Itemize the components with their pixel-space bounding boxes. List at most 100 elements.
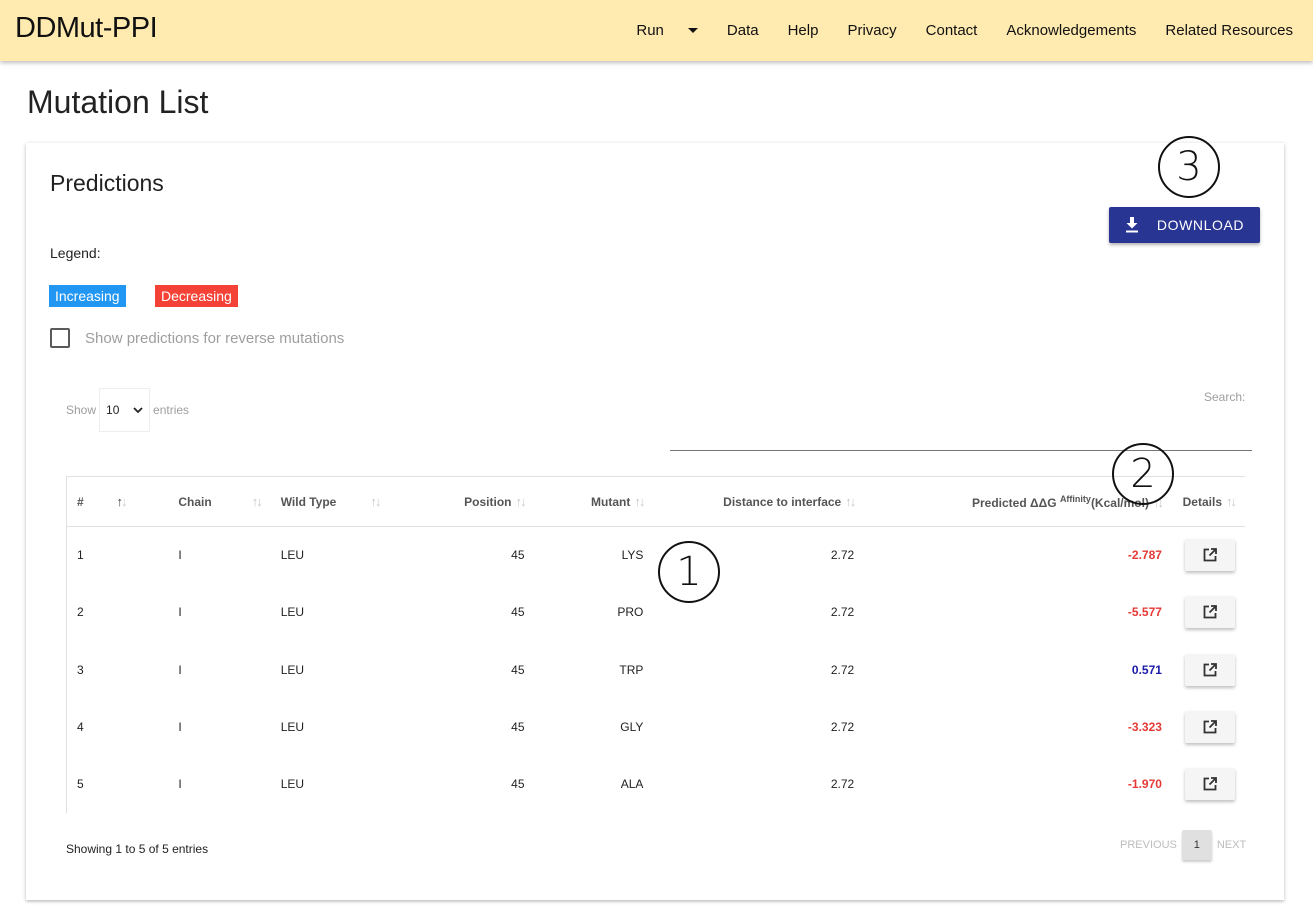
cell-mutant: PRO [617,605,644,620]
cell-details [1172,698,1245,755]
nav-item-data[interactable]: Data [727,22,759,39]
sort-icon: ↑↓ [370,494,381,509]
annotation-marker-2: 2 [1112,443,1174,505]
open-in-new-icon [1203,720,1217,734]
sort-icon: ↑↓ [251,494,263,509]
nav-item-acknowledgements[interactable]: Acknowledgements [1006,22,1136,39]
nav-item-privacy[interactable]: Privacy [847,22,896,39]
page-1-button[interactable]: 1 [1181,830,1212,860]
table-row: 3 I LEU 45 TRP 2.72 0.571 [67,641,1246,698]
cell-details [1172,756,1245,813]
entries-label: entries [153,403,190,417]
sort-icon: ↑↓ [1226,494,1237,509]
cell-spacer [112,641,168,698]
reverse-mutations-toggle[interactable]: Show predictions for reverse mutations [50,328,344,348]
annotation-marker-1: 1 [658,541,720,603]
nav-item-run[interactable]: Run [636,22,698,39]
legend-label: Legend: [50,245,101,261]
download-button[interactable]: DOWNLOAD [1109,207,1260,243]
cell-chain: I [178,605,182,620]
cell-ddg: -2.787 [1127,548,1162,563]
cell-num: 3 [77,662,84,677]
nav-item-related-resources[interactable]: Related Resources [1165,22,1293,39]
cell-distance: 2.72 [830,662,855,677]
cell-ddg: -3.323 [1127,720,1162,735]
col-sort-num[interactable]: ↑↓ [112,477,168,527]
sort-asc-active-icon: ↑↓ [116,494,127,509]
cell-distance: 2.72 [830,777,855,792]
details-button[interactable] [1185,653,1235,686]
cell-mutant: LYS [621,548,644,563]
cell-mutant: GLY [620,720,644,735]
chevron-down-icon [133,406,143,413]
cell-details [1172,584,1245,641]
download-label: DOWNLOAD [1156,217,1245,233]
brand-logo[interactable]: DDMut-PPI [15,12,158,45]
cell-mutant: TRP [619,662,644,677]
cell-spacer [112,527,168,584]
cell-chain: I [178,548,182,563]
open-in-new-icon [1203,548,1217,562]
cell-num: 2 [77,605,84,620]
cell-ddg: -5.577 [1127,605,1162,620]
caret-down-icon [687,28,698,33]
cell-position: 45 [511,777,525,792]
mutation-table: # ↑↓ Chain ↑↓ Wild Type ↑↓ Position ↑↓ Muta… [66,476,1245,813]
cell-ddg: 0.571 [1131,662,1162,677]
page-title: Mutation List [27,84,209,120]
cell-wild-type: LEU [280,720,305,735]
details-button[interactable] [1185,768,1235,801]
cell-chain: I [178,662,182,677]
pagination: PREVIOUS 1 NEXT [1120,830,1246,860]
cell-chain: I [178,720,182,735]
details-button[interactable] [1185,539,1235,572]
cell-num: 4 [77,720,84,735]
legend-decreasing-badge: Decreasing [155,285,238,307]
details-button[interactable] [1185,596,1235,629]
nav-menu: Run Data Help Privacy Contact Acknowledg… [607,0,1293,61]
cell-mutant: ALA [620,777,644,792]
cell-details [1172,527,1245,584]
search-input[interactable] [670,429,1252,451]
col-header-distance[interactable]: Distance to interface ↑↓ [653,477,864,527]
col-header-position[interactable]: Position ↑↓ [411,477,535,527]
col-header-details[interactable]: Details ↑↓ [1172,477,1245,527]
cell-position: 45 [511,662,525,677]
nav-item-help[interactable]: Help [788,22,819,39]
col-header-num[interactable]: # [67,477,113,527]
cell-ddg: -1.970 [1127,777,1162,792]
search-label: Search: [1204,390,1246,404]
page-length-select[interactable]: 10 [99,388,151,432]
open-in-new-icon [1203,777,1217,791]
cell-wild-type: LEU [280,662,305,677]
col-header-wild-type[interactable]: Wild Type ↑↓ [271,477,411,527]
cell-position: 45 [511,548,525,563]
cell-distance: 2.72 [830,720,855,735]
navbar: DDMut-PPI Run Data Help Privacy Contact … [0,0,1313,61]
card-title: Predictions [50,170,164,196]
details-button[interactable] [1185,711,1235,744]
previous-page-button[interactable]: PREVIOUS [1120,839,1177,851]
reverse-mutations-checkbox[interactable] [50,328,70,348]
cell-num: 5 [77,777,84,792]
sort-icon: ↑↓ [515,494,527,509]
cell-details [1172,641,1245,698]
col-header-chain[interactable]: Chain ↑↓ [168,477,270,527]
next-page-button[interactable]: NEXT [1217,839,1246,851]
col-header-mutant[interactable]: Mutant ↑↓ [535,477,654,527]
nav-item-contact[interactable]: Contact [926,22,978,39]
predictions-card: Predictions DOWNLOAD Legend: Increasing … [26,143,1284,900]
cell-chain: I [178,777,182,792]
open-in-new-icon [1203,662,1217,677]
table-row: 4 I LEU 45 GLY 2.72 -3.323 [67,698,1246,755]
cell-position: 45 [511,605,525,620]
table-row: 5 I LEU 45 ALA 2.72 -1.970 [67,756,1246,813]
reverse-mutations-label: Show predictions for reverse mutations [85,329,345,347]
cell-spacer [112,584,168,641]
table-header-row: # ↑↓ Chain ↑↓ Wild Type ↑↓ Position ↑↓ Muta… [66,476,1245,527]
cell-spacer [112,698,168,755]
cell-wild-type: LEU [280,548,305,563]
download-icon [1125,217,1138,233]
annotation-marker-3: 3 [1158,136,1220,198]
table-row: 1 I LEU 45 LYS 2.72 -2.787 [67,527,1246,584]
